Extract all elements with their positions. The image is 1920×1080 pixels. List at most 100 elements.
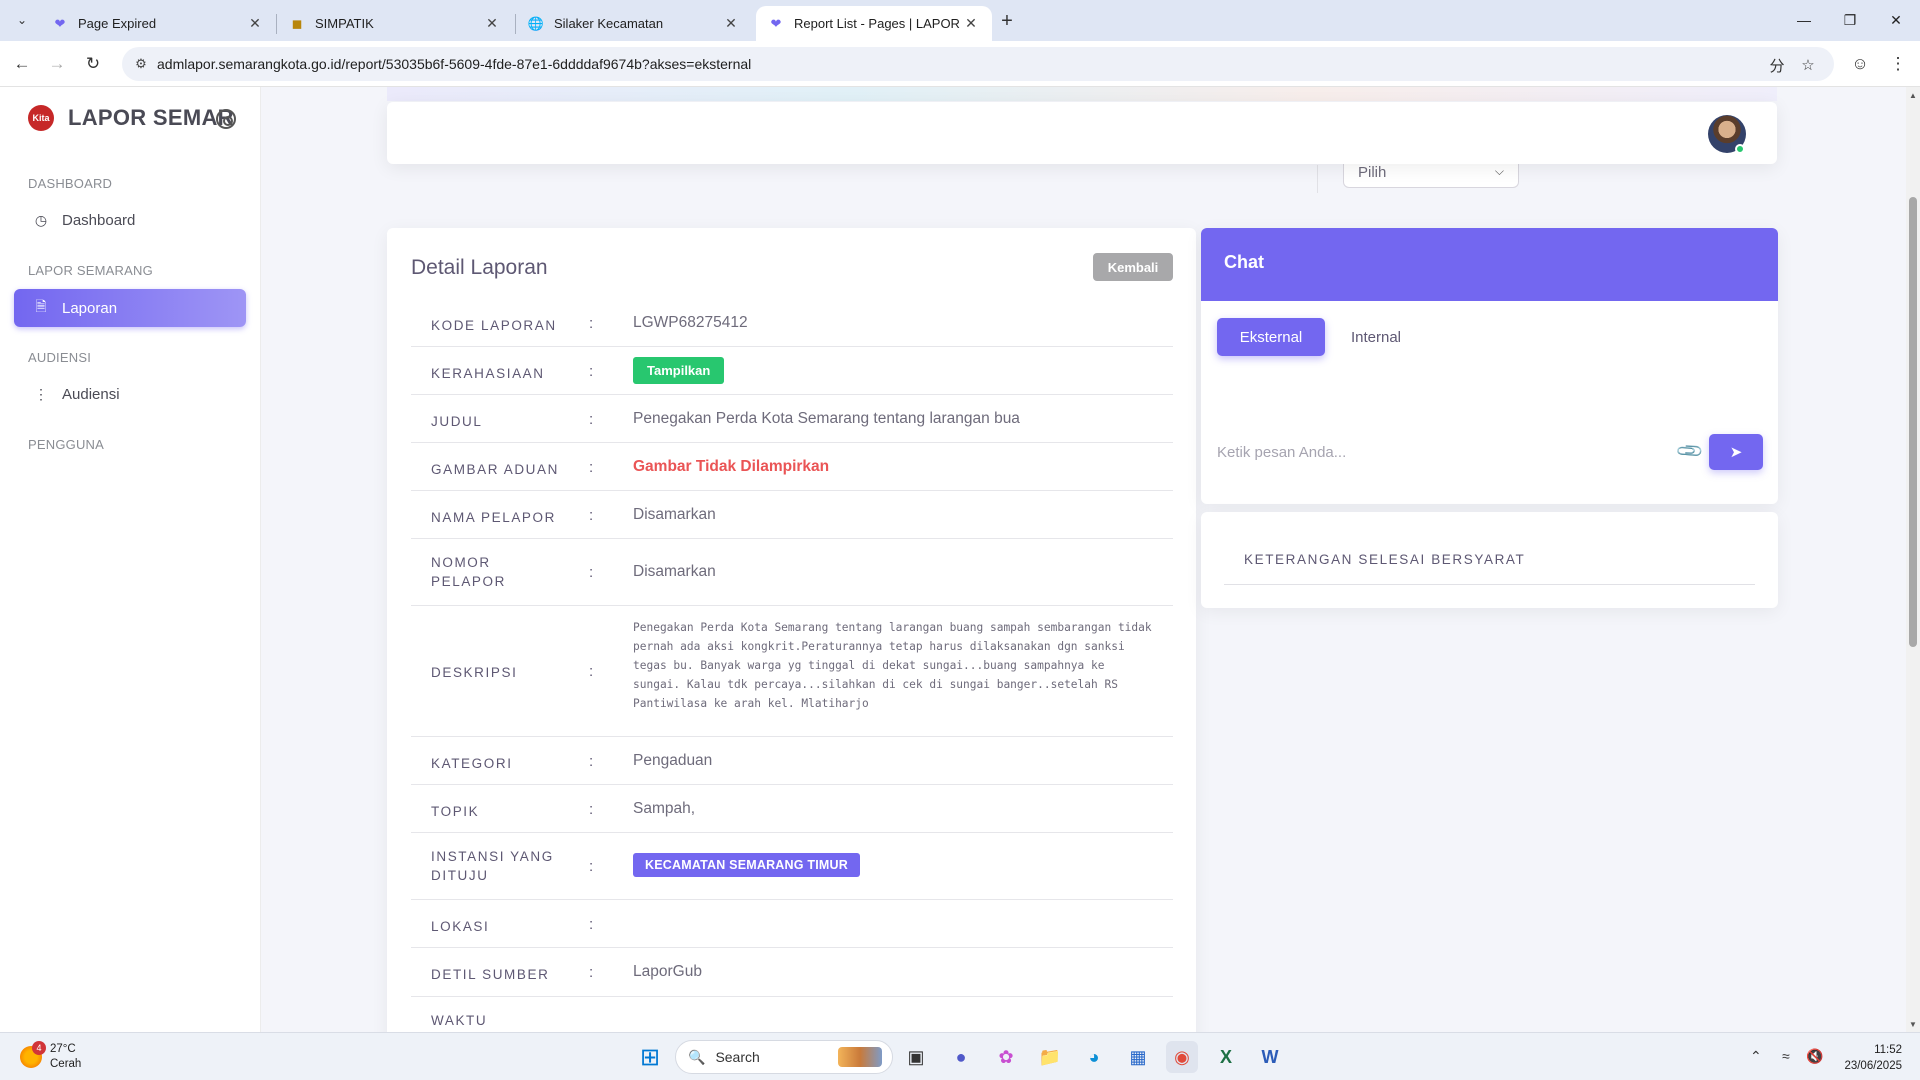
tab-close-icon[interactable]: ✕ (483, 15, 501, 33)
tab-close-icon[interactable]: ✕ (722, 15, 740, 33)
taskbar-search[interactable]: 🔍 Search (675, 1040, 893, 1074)
detail-row-lokasi: LOKASI : (411, 900, 1173, 948)
sidebar-item-label: Laporan (62, 299, 118, 317)
chevron-down-icon: ⌵ (1494, 164, 1504, 178)
url-text[interactable]: admlapor.semarangkota.go.id/report/53035… (157, 56, 751, 72)
tab-close-icon[interactable]: ✕ (962, 15, 980, 33)
copilot-icon[interactable]: ✿ (990, 1041, 1022, 1073)
route-icon: ⋮ (34, 385, 48, 402)
scroll-down-arrow-icon[interactable]: ▼ (1906, 1017, 1920, 1031)
teams-icon[interactable]: ● (945, 1041, 977, 1073)
brand[interactable]: Kita LAPOR SEMAR (28, 105, 234, 131)
kerahasiaan-badge: Tampilkan (633, 357, 725, 384)
paperclip-icon[interactable]: 📎 (1672, 433, 1709, 470)
detail-label: WAKTU (431, 1013, 488, 1028)
weather-badge: 4 (32, 1041, 46, 1055)
search-icon: 🔍 (688, 1048, 706, 1065)
detail-row-waktu: WAKTU (411, 997, 1173, 1032)
restore-icon[interactable]: ❐ (1827, 0, 1873, 40)
tab-label: Report List - Pages | LAPOR SEMARANG (794, 16, 962, 31)
keterangan-title: KETERANGAN SELESAI BERSYARAT (1244, 552, 1526, 567)
detail-colon: : (589, 916, 594, 933)
system-clock[interactable]: 11:52 23/06/2025 (1836, 1042, 1902, 1074)
tab-close-icon[interactable]: ✕ (246, 15, 264, 33)
send-button[interactable]: ➤ (1709, 434, 1763, 470)
chat-tab-internal[interactable]: Internal (1331, 318, 1421, 356)
chat-card: Chat Eksternal Internal 📎 ➤ (1201, 228, 1778, 504)
kebab-menu-icon[interactable]: ⋮ (1884, 50, 1912, 78)
menu-header-audiensi: AUDIENSI (28, 350, 92, 365)
browser-tab-silaker[interactable]: 🌐 Silaker Kecamatan ✕ (516, 6, 752, 41)
detail-label: KODE LAPORAN (431, 318, 557, 333)
detail-value: Sampah, (633, 800, 696, 817)
sidebar: Kita LAPOR SEMAR DASHBOARD ◷ Dashboard L… (0, 87, 261, 1032)
detail-colon: : (589, 964, 594, 981)
tray-chevron-up-icon[interactable]: ⌃ (1750, 1048, 1762, 1065)
wifi-icon[interactable]: ≈ (1782, 1048, 1790, 1064)
windows-start-icon[interactable]: ⊞ (634, 1041, 666, 1073)
weather-condition[interactable]: Cerah (50, 1058, 81, 1070)
browser-tab-report-list[interactable]: ❤ Report List - Pages | LAPOR SEMARANG ✕ (756, 6, 992, 41)
detail-label: GAMBAR ADUAN (431, 462, 559, 477)
profile-icon[interactable]: ☺ (1846, 50, 1874, 78)
tab-label: Silaker Kecamatan (554, 16, 664, 31)
kembali-button[interactable]: Kembali (1093, 253, 1173, 281)
top-navbar (387, 102, 1777, 164)
speaker-muted-icon[interactable]: 🔇 (1806, 1048, 1823, 1065)
brand-name: LAPOR SEMAR (68, 105, 234, 130)
detail-value: Disamarkan (633, 563, 716, 580)
minimize-icon[interactable]: — (1781, 0, 1827, 40)
sidebar-item-dashboard[interactable]: ◷ Dashboard (14, 201, 246, 239)
excel-icon[interactable]: X (1210, 1041, 1242, 1073)
detail-colon: : (589, 411, 594, 428)
scrollbar-thumb[interactable] (1909, 197, 1917, 647)
detail-colon: : (589, 753, 594, 770)
forward-arrow-icon[interactable]: → (43, 50, 71, 78)
detail-laporan-card: Detail Laporan Kembali KODE LAPORAN : LG… (387, 228, 1196, 1032)
reload-icon[interactable]: ↻ (79, 50, 107, 78)
sidebar-toggle-icon[interactable] (216, 109, 236, 129)
window-close-icon[interactable]: ✕ (1873, 0, 1919, 40)
file-explorer-icon[interactable]: 📁 (1034, 1041, 1066, 1073)
new-tab-button[interactable]: + (994, 8, 1020, 34)
detail-colon: : (589, 315, 594, 332)
filter-separator (1317, 165, 1318, 193)
word-icon[interactable]: W (1254, 1041, 1286, 1073)
scroll-up-arrow-icon[interactable]: ▲ (1906, 88, 1920, 102)
taskbar-search-label: Search (715, 1049, 760, 1065)
site-info-icon[interactable]: ⚙ (132, 55, 150, 73)
translate-icon[interactable]: 分 (1766, 54, 1788, 76)
tab-label: SIMPATIK (315, 16, 374, 31)
detail-value: Penegakan Perda Kota Semarang tentang la… (633, 621, 1152, 710)
browser-tab-page-expired[interactable]: ❤ Page Expired ✕ (40, 6, 276, 41)
chrome-icon[interactable]: ◉ (1166, 1041, 1198, 1073)
paper-plane-icon: ➤ (1729, 444, 1743, 461)
chat-message-input[interactable] (1217, 434, 1677, 470)
weather-temp[interactable]: 27°C (50, 1043, 76, 1055)
browser-toolbar: ← → ↻ ⚙ admlapor.semarangkota.go.id/repo… (0, 41, 1920, 87)
tab-search-chevron-icon[interactable]: ⌄ (10, 8, 34, 32)
address-bar[interactable]: ⚙ admlapor.semarangkota.go.id/report/530… (122, 47, 1834, 81)
detail-value: Gambar Tidak Dilampirkan (633, 458, 830, 475)
detail-label: NAMA PELAPOR (431, 510, 556, 525)
task-view-icon[interactable]: ▣ (900, 1041, 932, 1073)
bookmark-star-icon[interactable]: ☆ (1797, 54, 1819, 76)
chat-title: Chat (1224, 252, 1264, 272)
store-icon[interactable]: ▦ (1122, 1041, 1154, 1073)
detail-value: Penegakan Perda Kota Semarang tentang la… (633, 410, 1020, 427)
browser-tab-simpatik[interactable]: ◼ SIMPATIK ✕ (277, 6, 513, 41)
detail-label: LOKASI (431, 919, 490, 934)
sidebar-item-audiensi[interactable]: ⋮ Audiensi (14, 375, 246, 413)
detail-row-judul: JUDUL : Penegakan Perda Kota Semarang te… (411, 395, 1173, 443)
detail-label: JUDUL (431, 414, 483, 429)
chat-header: Chat (1201, 228, 1778, 301)
sidebar-item-laporan[interactable]: 🗎 Laporan (14, 289, 246, 327)
keterangan-card: KETERANGAN SELESAI BERSYARAT (1201, 512, 1778, 608)
header-blur-strip (387, 87, 1777, 101)
detail-label: TOPIK (431, 804, 480, 819)
back-arrow-icon[interactable]: ← (8, 50, 36, 78)
edge-icon[interactable]: ◕ (1078, 1041, 1110, 1073)
detail-value: KECAMATAN SEMARANG TIMUR (633, 853, 860, 877)
chat-tab-eksternal[interactable]: Eksternal (1217, 318, 1325, 356)
detail-value: LGWP68275412 (633, 314, 748, 331)
